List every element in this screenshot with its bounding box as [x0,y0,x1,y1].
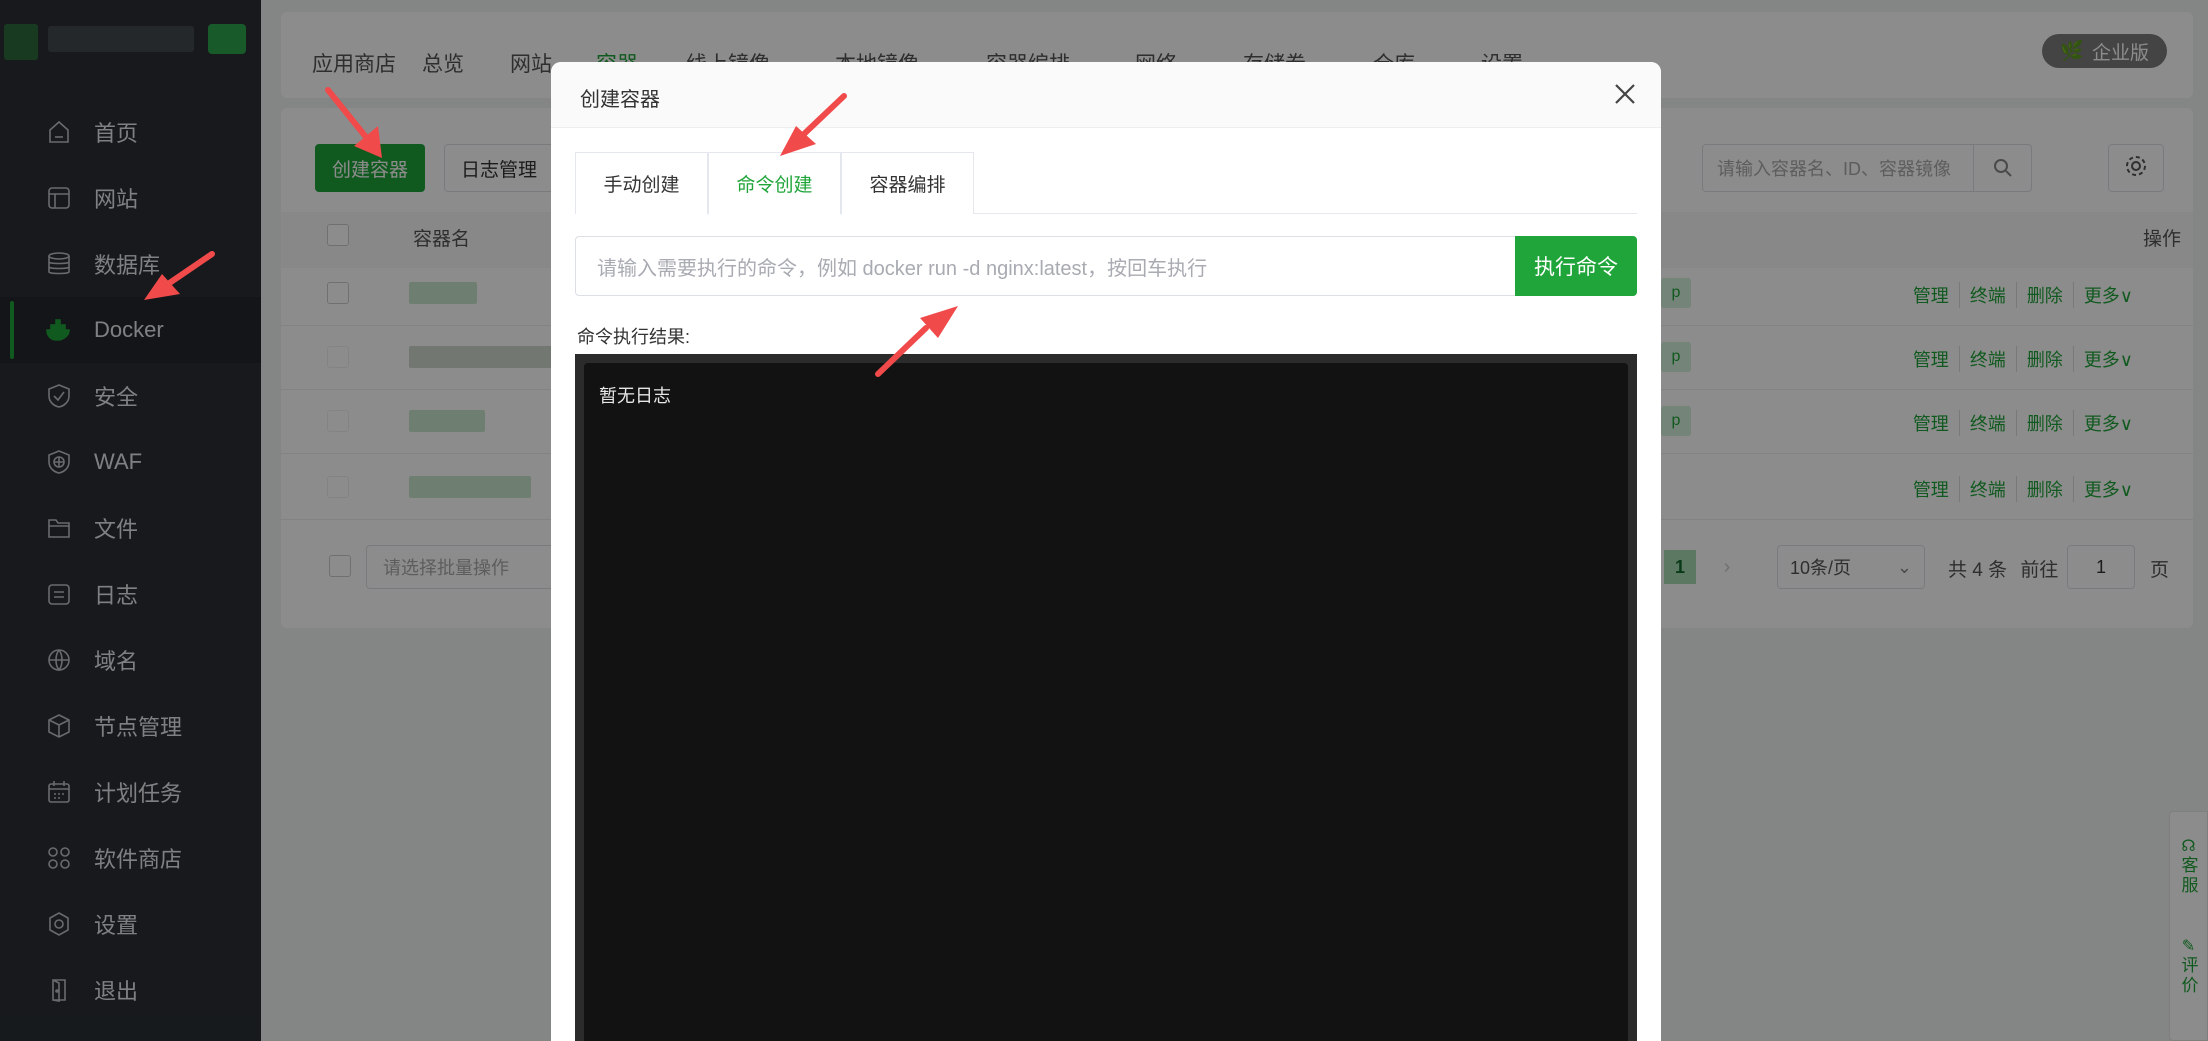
annotation-arrow-icon [325,87,382,158]
tab-manual-create[interactable]: 手动创建 [575,152,708,214]
create-mode-tabs: 手动创建 命令创建 容器编排 [575,152,1637,215]
annotation-arrow-icon [144,251,215,300]
create-container-dialog: 创建容器 手动创建 命令创建 容器编排 请输入需要执行的命令，例如 docker… [551,62,1661,1041]
close-icon[interactable] [1611,80,1639,108]
terminal-empty-text: 暂无日志 [599,386,671,407]
execute-command-button[interactable]: 执行命令 [1515,236,1637,296]
command-input[interactable]: 请输入需要执行的命令，例如 docker run -d nginx:latest… [575,236,1515,296]
tab-compose-create[interactable]: 容器编排 [841,152,974,214]
dialog-title: 创建容器 [580,89,660,111]
result-terminal: 暂无日志 [575,354,1637,1041]
annotation-arrow-icon [875,306,958,377]
dialog-header: 创建容器 [551,62,1661,128]
result-label: 命令执行结果: [577,327,691,347]
tab-command-create[interactable]: 命令创建 [708,152,841,215]
terminal-output[interactable]: 暂无日志 [584,363,1628,1041]
annotation-arrow-icon [780,93,847,156]
